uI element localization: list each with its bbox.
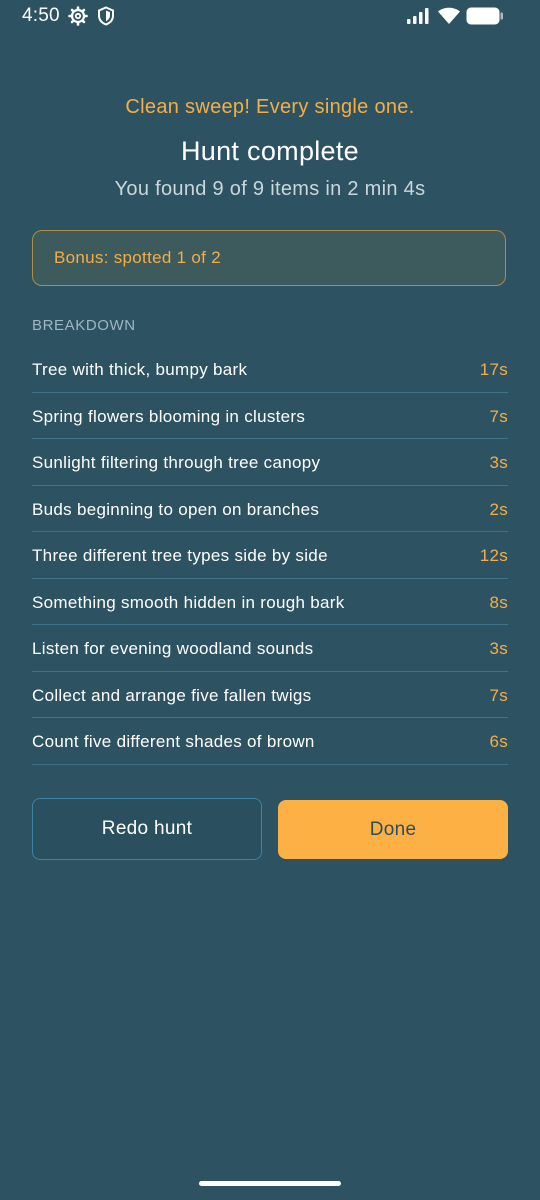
breakdown-row: Count five different shades of brown 6s [32,718,508,765]
battery-icon [466,7,503,25]
breakdown-row: Three different tree types side by side … [32,532,508,579]
item-label: Something smooth hidden in rough bark [32,592,345,612]
item-label: Collect and arrange five fallen twigs [32,685,312,705]
result-summary: You found 9 of 9 items in 2 min 4s [114,178,426,200]
status-time: 4:50 [22,5,60,26]
item-time: 8s [489,592,508,612]
item-label: Count five different shades of brown [32,732,315,751]
item-time: 12s [479,546,508,565]
breakdown-row: Spring flowers blooming in clusters 7s [32,393,508,439]
signal-icon [407,8,429,24]
shield-icon [98,6,114,26]
done-button[interactable]: Done [278,800,508,859]
item-time: 3s [489,453,508,472]
page-title: Hunt complete [181,136,359,166]
item-label: Three different tree types side by side [32,546,328,565]
bonus-text: Bonus: spotted 1 of 2 [54,248,221,267]
status-bar: 4:50 [0,0,540,32]
breakdown-row: Something smooth hidden in rough bark 8s [32,579,508,625]
celebration-tagline: Clean sweep! Every single one. [125,96,415,118]
item-label: Listen for evening woodland sounds [32,639,314,658]
item-time: 6s [489,732,508,751]
item-time: 3s [489,639,508,658]
item-time: 7s [489,685,508,705]
wifi-icon [438,7,460,24]
breakdown-heading: BREAKDOWN [32,317,136,334]
item-label: Buds beginning to open on branches [32,499,320,519]
redo-hunt-button[interactable]: Redo hunt [32,798,262,860]
breakdown-row: Sunlight filtering through tree canopy 3… [32,439,508,486]
home-indicator[interactable] [199,1181,341,1186]
item-label: Tree with thick, bumpy bark [32,360,248,379]
item-time: 17s [479,360,508,379]
item-time: 2s [489,499,508,519]
item-time: 7s [489,406,508,426]
breakdown-row: Tree with thick, bumpy bark 17s [32,346,508,393]
breakdown-row: Buds beginning to open on branches 2s [32,486,508,532]
breakdown-row: Listen for evening woodland sounds 3s [32,625,508,672]
breakdown-row: Collect and arrange five fallen twigs 7s [32,672,508,718]
item-label: Sunlight filtering through tree canopy [32,453,321,472]
gear-icon [68,6,88,26]
item-label: Spring flowers blooming in clusters [32,406,306,426]
bonus-banner: Bonus: spotted 1 of 2 [32,230,506,286]
hunt-complete-screen: 4:50 Clean sweep! Every single one. Hunt… [0,0,540,1200]
breakdown-list: Tree with thick, bumpy bark 17s Spring f… [32,346,508,765]
